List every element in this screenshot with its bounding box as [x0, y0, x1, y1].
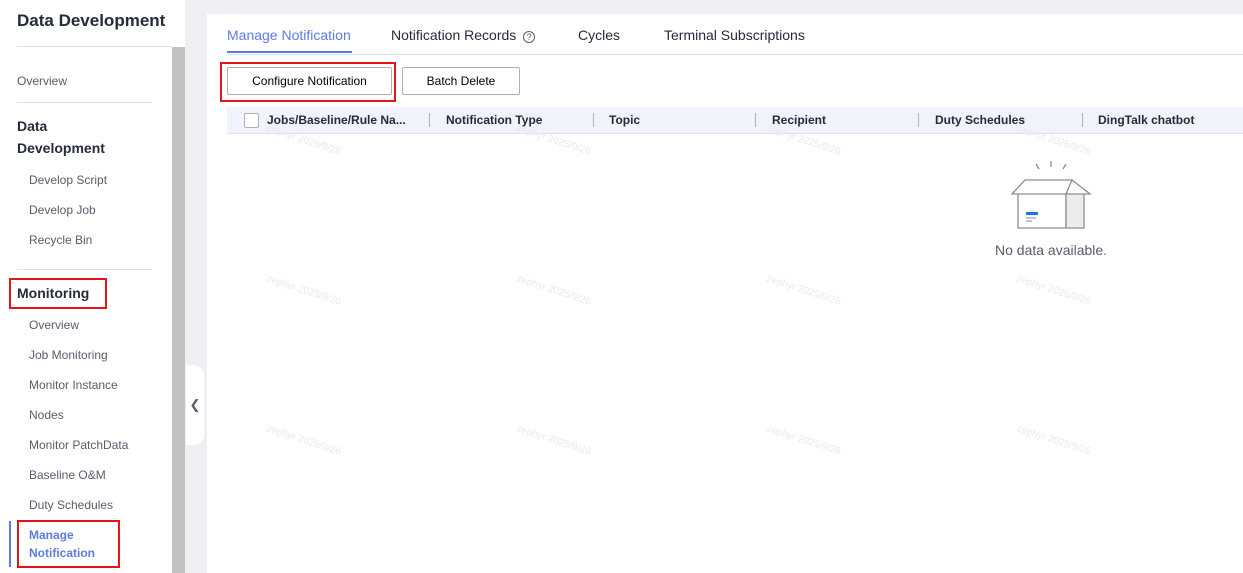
- scrollbar-thumb[interactable]: [172, 47, 185, 573]
- sidebar-item-develop-job[interactable]: Develop Job: [29, 203, 96, 217]
- sidebar-group-monitoring: Monitoring: [17, 285, 90, 301]
- divider: [17, 102, 152, 103]
- column-header-name[interactable]: Jobs/Baseline/Rule Na...: [267, 113, 406, 127]
- sidebar-item-nodes[interactable]: Nodes: [29, 408, 64, 422]
- tab-label: Notification Records: [391, 27, 517, 43]
- column-separator[interactable]: [593, 113, 594, 127]
- tab-terminal-subscriptions[interactable]: Terminal Subscriptions: [664, 27, 805, 43]
- scrollbar-track: [172, 0, 185, 47]
- sidebar-item-develop-script[interactable]: Develop Script: [29, 173, 107, 187]
- sidebar-item-recycle-bin[interactable]: Recycle Bin: [29, 233, 92, 247]
- table-header: Jobs/Baseline/Rule Na... Notification Ty…: [227, 107, 1243, 134]
- help-icon[interactable]: ?: [523, 31, 536, 43]
- batch-delete-button[interactable]: Batch Delete: [402, 67, 520, 95]
- configure-notification-button[interactable]: Configure Notification: [227, 67, 392, 95]
- chevron-left-icon: ❮: [189, 397, 201, 412]
- column-header-notification-type[interactable]: Notification Type: [446, 113, 542, 127]
- tab-manage-notification[interactable]: Manage Notification: [227, 27, 351, 43]
- select-all-checkbox[interactable]: [244, 113, 259, 128]
- active-tab-underline: [227, 51, 352, 53]
- sidebar: Data Development Overview Data Developme…: [0, 0, 172, 573]
- tabs-divider: [227, 54, 1243, 55]
- column-header-dingtalk-chatbot[interactable]: DingTalk chatbot: [1098, 113, 1194, 127]
- collapse-sidebar-button[interactable]: ❮: [186, 365, 204, 445]
- sidebar-item-monitor-instance[interactable]: Monitor Instance: [29, 378, 118, 392]
- sidebar-item-monitoring-overview[interactable]: Overview: [29, 318, 79, 332]
- active-indicator: [9, 521, 11, 567]
- column-separator[interactable]: [1082, 113, 1083, 127]
- empty-box-icon: [1010, 161, 1092, 229]
- column-header-duty-schedules[interactable]: Duty Schedules: [935, 113, 1025, 127]
- sidebar-item-job-monitoring[interactable]: Job Monitoring: [29, 348, 108, 362]
- tab-cycles[interactable]: Cycles: [578, 27, 620, 43]
- empty-state-text: No data available.: [995, 242, 1108, 258]
- sidebar-item-monitor-patchdata[interactable]: Monitor PatchData: [29, 438, 128, 452]
- column-header-recipient[interactable]: Recipient: [772, 113, 826, 127]
- divider: [17, 269, 152, 270]
- sidebar-group-data-development: Data Development: [17, 118, 105, 156]
- column-separator[interactable]: [755, 113, 756, 127]
- divider: [17, 46, 172, 47]
- sidebar-item-manage-notification[interactable]: Manage Notification: [29, 526, 109, 562]
- column-separator[interactable]: [429, 113, 430, 127]
- column-separator[interactable]: [918, 113, 919, 127]
- tab-notification-records[interactable]: Notification Records ?: [391, 27, 536, 43]
- sidebar-item-overview[interactable]: Overview: [17, 74, 67, 88]
- sidebar-title: Data Development: [17, 11, 166, 30]
- sidebar-item-duty-schedules[interactable]: Duty Schedules: [29, 498, 113, 512]
- column-header-topic[interactable]: Topic: [609, 113, 640, 127]
- sidebar-item-baseline-om[interactable]: Baseline O&M: [29, 468, 106, 482]
